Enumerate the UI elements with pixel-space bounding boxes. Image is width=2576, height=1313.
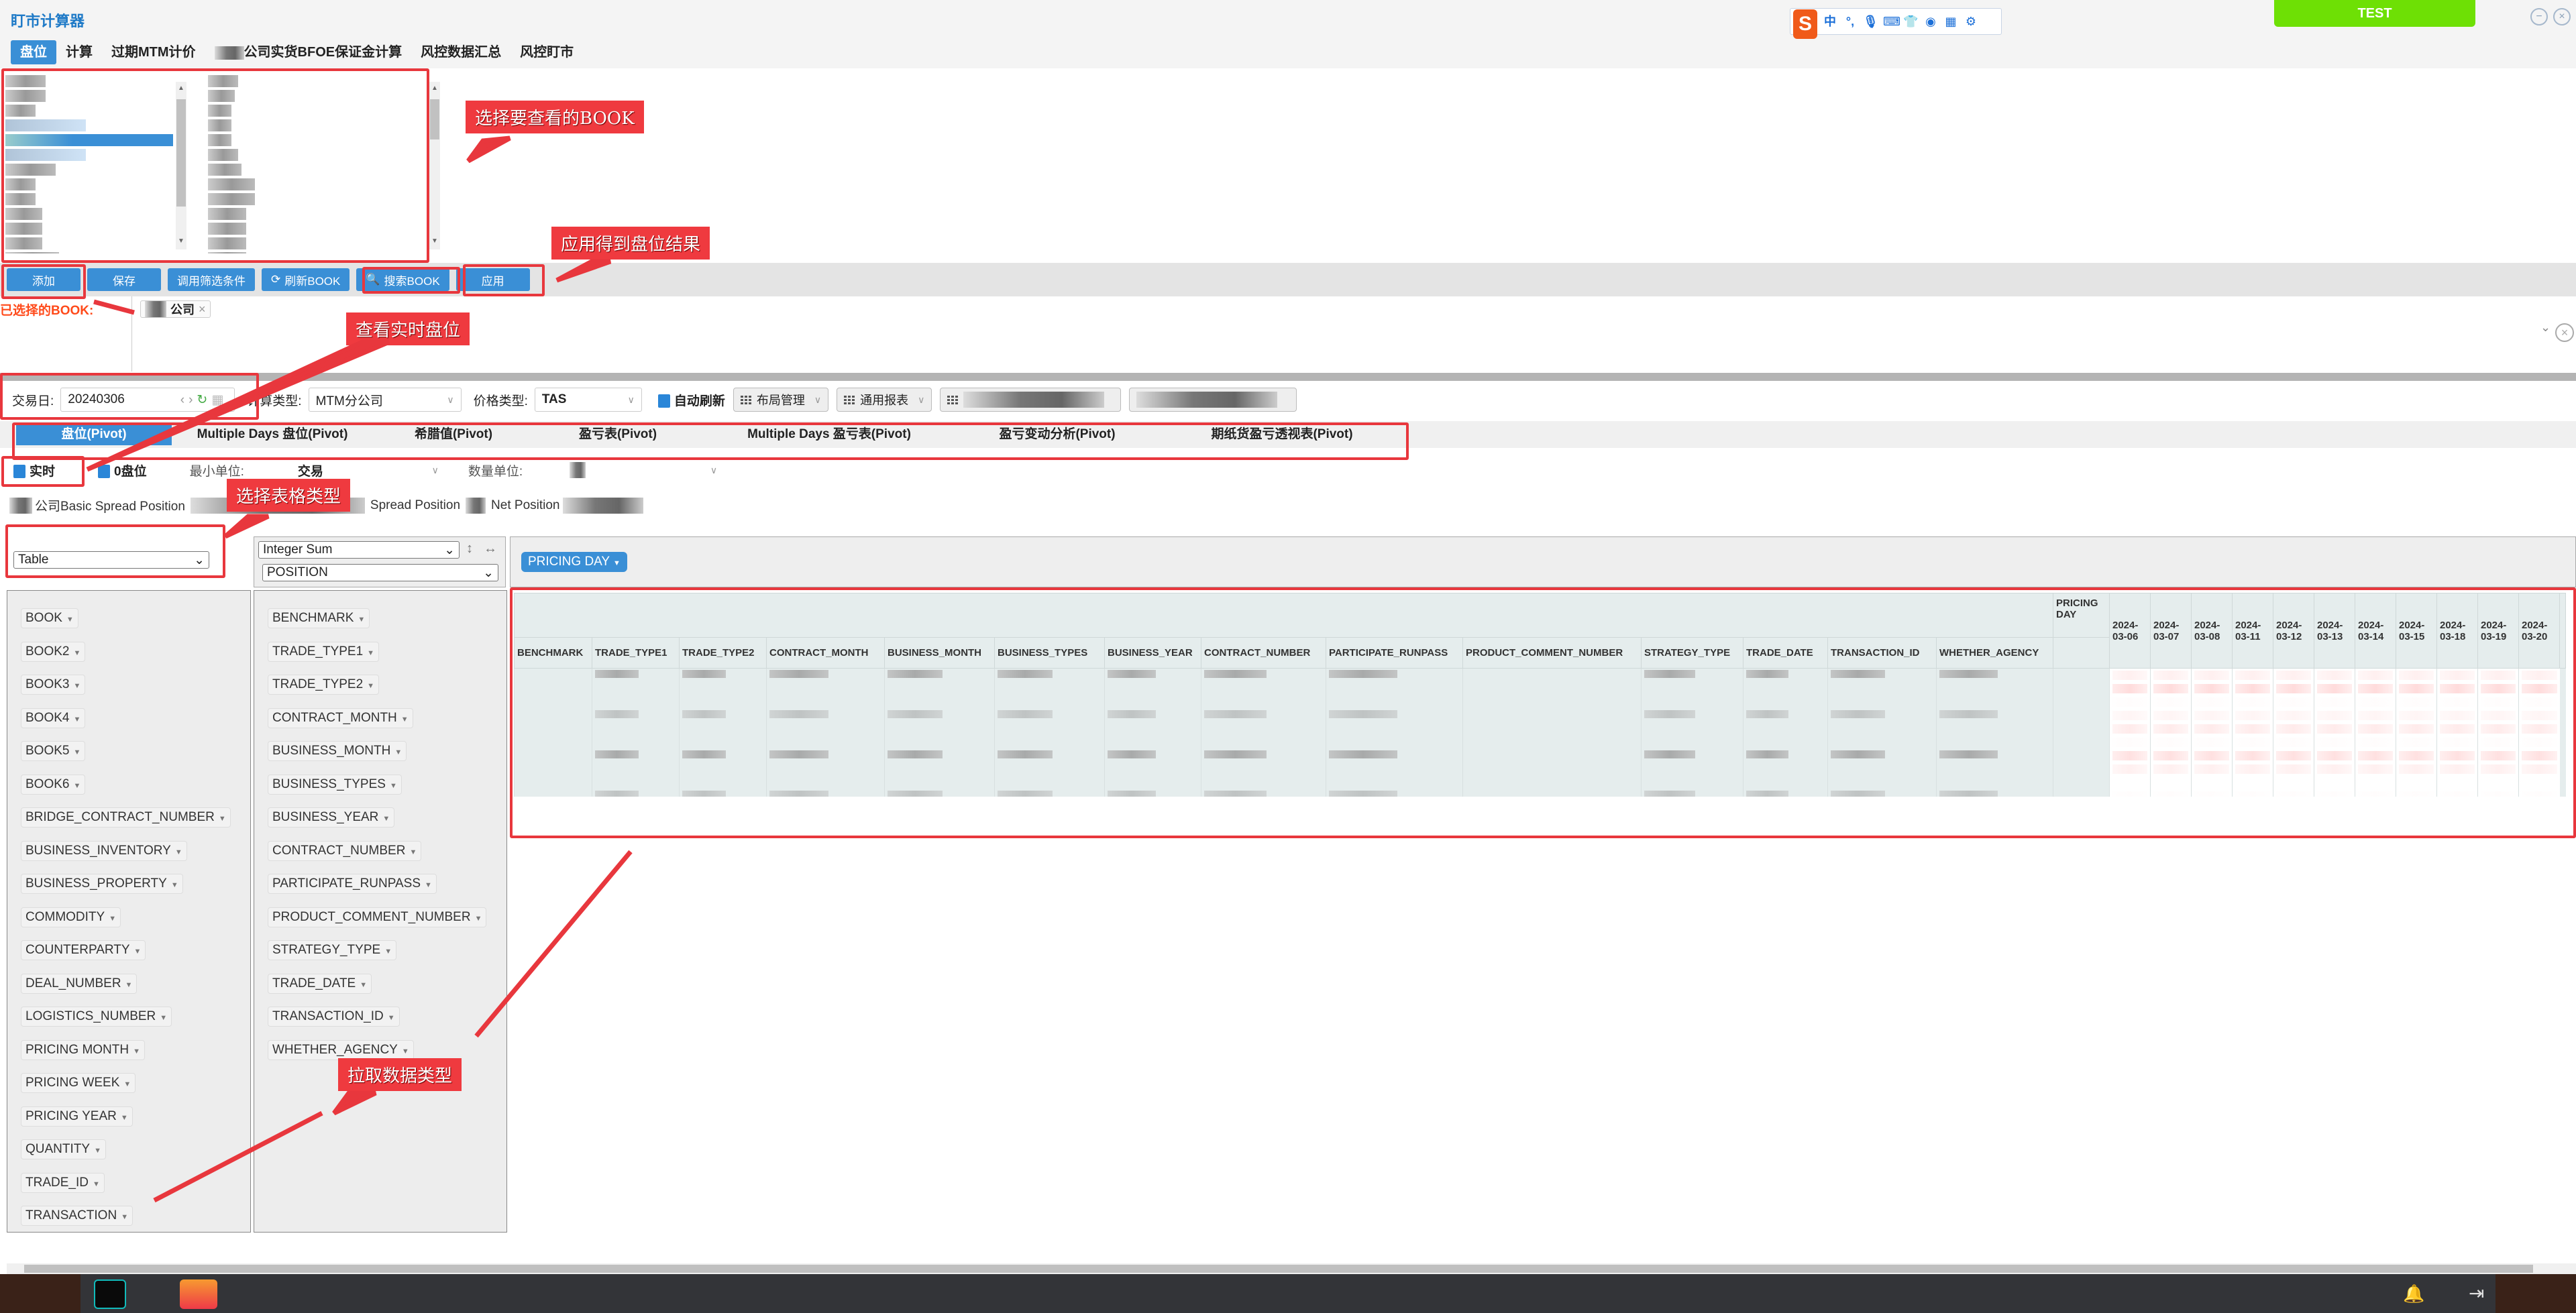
callout-tail <box>555 259 612 283</box>
app-window: 盯市计算器 盘位 计算 过期MTM计价 公司实货BFOE保证金计算 风控数据汇总… <box>0 0 2576 1313</box>
os-taskbar: 🔔 ⇥ <box>0 1274 2576 1313</box>
arrow-line <box>93 299 135 315</box>
arrow-line <box>474 850 633 1038</box>
callout-tail <box>466 135 511 164</box>
logout-icon[interactable]: ⇥ <box>2469 1282 2484 1304</box>
notification-bell-icon[interactable]: 🔔 <box>2403 1283 2424 1304</box>
annotation-arrows <box>86 135 633 1203</box>
app-icon-1[interactable] <box>94 1279 126 1309</box>
callout-tail <box>86 339 390 472</box>
horizontal-scrollbar[interactable] <box>7 1263 2576 1274</box>
arrow-line <box>153 1110 323 1203</box>
callout-tail <box>223 514 270 539</box>
app-icon-scale[interactable] <box>180 1279 217 1309</box>
callout-tail <box>332 1090 377 1116</box>
